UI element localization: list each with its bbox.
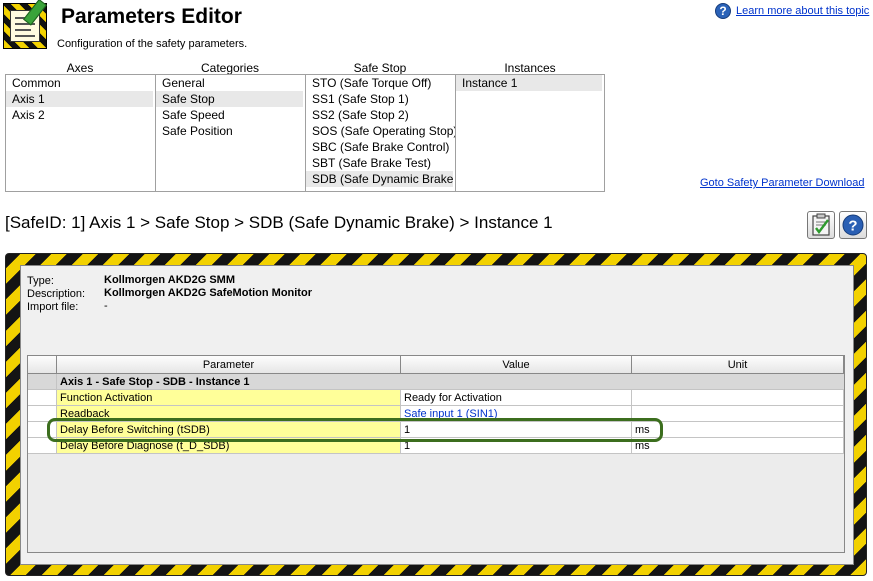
row-indicator	[28, 390, 57, 406]
safe-stop-item-sbc[interactable]: SBC (Safe Brake Control)	[306, 139, 455, 155]
category-item-safe-speed[interactable]: Safe Speed	[156, 107, 305, 123]
instances-list[interactable]: Instance 1	[455, 74, 605, 192]
safety-parameter-download-link[interactable]: Goto Safety Parameter Download	[700, 177, 864, 189]
table-header-row: Parameter Value Unit	[28, 356, 844, 374]
help-link-container[interactable]: ? Learn more about this topic	[715, 3, 869, 19]
page-title: Parameters Editor	[61, 5, 242, 28]
value-cell[interactable]: Ready for Activation	[401, 390, 632, 406]
page-subtitle: Configuration of the safety parameters.	[57, 38, 248, 50]
safe-stop-list[interactable]: STO (Safe Torque Off) SS1 (Safe Stop 1) …	[305, 74, 456, 192]
learn-more-link[interactable]: Learn more about this topic	[736, 5, 869, 17]
row-highlight-outline	[47, 418, 663, 442]
categories-column-header: Categories	[200, 61, 260, 75]
question-icon[interactable]: ?	[715, 3, 731, 19]
safe-stop-column-header: Safe Stop	[353, 61, 407, 75]
parameter-cell[interactable]: Function Activation	[57, 390, 401, 406]
unit-cell: ms	[632, 438, 844, 454]
import-file-label: Import file:	[27, 301, 79, 313]
type-value: Kollmorgen AKD2G SMM	[104, 274, 235, 286]
categories-list[interactable]: General Safe Stop Safe Speed Safe Positi…	[155, 74, 306, 192]
help-question-icon: ?	[842, 214, 864, 236]
safe-stop-item-sdb[interactable]: SDB (Safe Dynamic Brake)	[306, 171, 453, 187]
help-button[interactable]: ?	[839, 211, 867, 239]
instances-column-header: Instances	[504, 61, 556, 75]
axes-item-axis-1[interactable]: Axis 1	[6, 91, 153, 107]
description-label: Description:	[27, 288, 86, 300]
unit-cell: ms	[632, 422, 844, 438]
svg-text:?: ?	[848, 218, 857, 235]
clipboard-check-icon	[812, 213, 830, 236]
axes-list[interactable]: Common Axis 1 Axis 2	[5, 74, 156, 192]
safe-stop-item-sto[interactable]: STO (Safe Torque Off)	[306, 75, 455, 91]
breadcrumb: [SafeID: 1] Axis 1 > Safe Stop > SDB (Sa…	[5, 213, 553, 232]
category-item-safe-stop[interactable]: Safe Stop	[156, 91, 303, 107]
type-label: Type:	[27, 275, 54, 287]
table-header-corner	[28, 356, 57, 374]
safe-stop-item-sos[interactable]: SOS (Safe Operating Stop)	[306, 123, 455, 139]
parameters-editor-logo-icon	[3, 0, 47, 49]
import-file-value: -	[104, 300, 108, 312]
table-row[interactable]: Function Activation Ready for Activation	[28, 390, 844, 406]
unit-cell	[632, 406, 844, 422]
value-column-header[interactable]: Value	[401, 356, 632, 374]
parameter-column-header[interactable]: Parameter	[57, 356, 401, 374]
axes-column-header: Axes	[66, 61, 94, 75]
unit-column-header[interactable]: Unit	[632, 356, 844, 374]
category-item-general[interactable]: General	[156, 75, 305, 91]
safe-stop-item-ss1[interactable]: SS1 (Safe Stop 1)	[306, 91, 455, 107]
parameter-table[interactable]: Parameter Value Unit Axis 1 - Safe Stop …	[27, 355, 845, 553]
clipboard-check-button[interactable]	[807, 211, 835, 239]
description-value: Kollmorgen AKD2G SafeMotion Monitor	[104, 287, 312, 299]
group-row-label: Axis 1 - Safe Stop - SDB - Instance 1	[57, 374, 844, 390]
safe-stop-item-sbt[interactable]: SBT (Safe Brake Test)	[306, 155, 455, 171]
group-row-indicator	[28, 374, 57, 390]
axes-item-common[interactable]: Common	[6, 75, 155, 91]
table-group-row[interactable]: Axis 1 - Safe Stop - SDB - Instance 1	[28, 374, 844, 390]
axes-item-axis-2[interactable]: Axis 2	[6, 107, 155, 123]
instance-item-1[interactable]: Instance 1	[456, 75, 602, 91]
unit-cell	[632, 390, 844, 406]
category-item-safe-position[interactable]: Safe Position	[156, 123, 305, 139]
safe-stop-item-ss2[interactable]: SS2 (Safe Stop 2)	[306, 107, 455, 123]
